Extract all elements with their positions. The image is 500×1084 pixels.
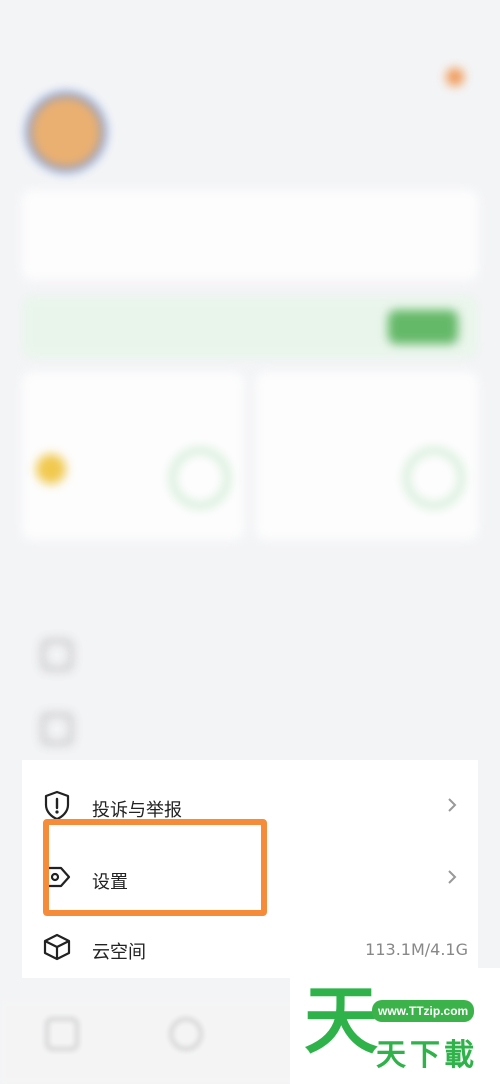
progress-ring xyxy=(404,448,464,508)
avatar[interactable] xyxy=(26,92,106,172)
promo-banner[interactable] xyxy=(22,296,478,358)
status-bar xyxy=(0,0,500,56)
banner-action-button[interactable] xyxy=(388,310,458,344)
discover-icon xyxy=(170,1018,202,1050)
coin-icon xyxy=(36,454,66,484)
document-icon xyxy=(42,640,72,670)
shield-alert-icon xyxy=(44,790,70,820)
stats-panel xyxy=(22,190,478,280)
card-right[interactable] xyxy=(256,372,478,540)
sign-in-button[interactable] xyxy=(438,64,476,90)
menu-item-label: 云空间 xyxy=(92,942,146,963)
menu-item-blurred[interactable] xyxy=(22,626,478,686)
cube-icon xyxy=(43,933,71,961)
chevron-right-icon xyxy=(448,870,457,884)
sign-in-icon xyxy=(446,68,464,86)
home-icon xyxy=(46,1018,78,1050)
chevron-right-icon xyxy=(448,798,457,812)
chat-icon xyxy=(42,714,72,744)
nav-item[interactable] xyxy=(32,1018,92,1050)
highlight-annotation xyxy=(43,819,267,916)
blurred-background-content xyxy=(0,0,500,760)
watermark-text: 天下載 xyxy=(376,1038,478,1073)
watermark-url: www.TTzip.com xyxy=(372,1000,475,1022)
progress-ring xyxy=(170,448,230,508)
watermark-logo: 天 www.TTzip.com 天下載 xyxy=(290,968,500,1084)
nav-item[interactable] xyxy=(156,1018,216,1050)
watermark-big-char: 天 xyxy=(304,978,378,1064)
menu-item-blurred[interactable] xyxy=(22,700,478,760)
cloud-storage-usage: 113.1M/4.1G xyxy=(365,940,468,959)
